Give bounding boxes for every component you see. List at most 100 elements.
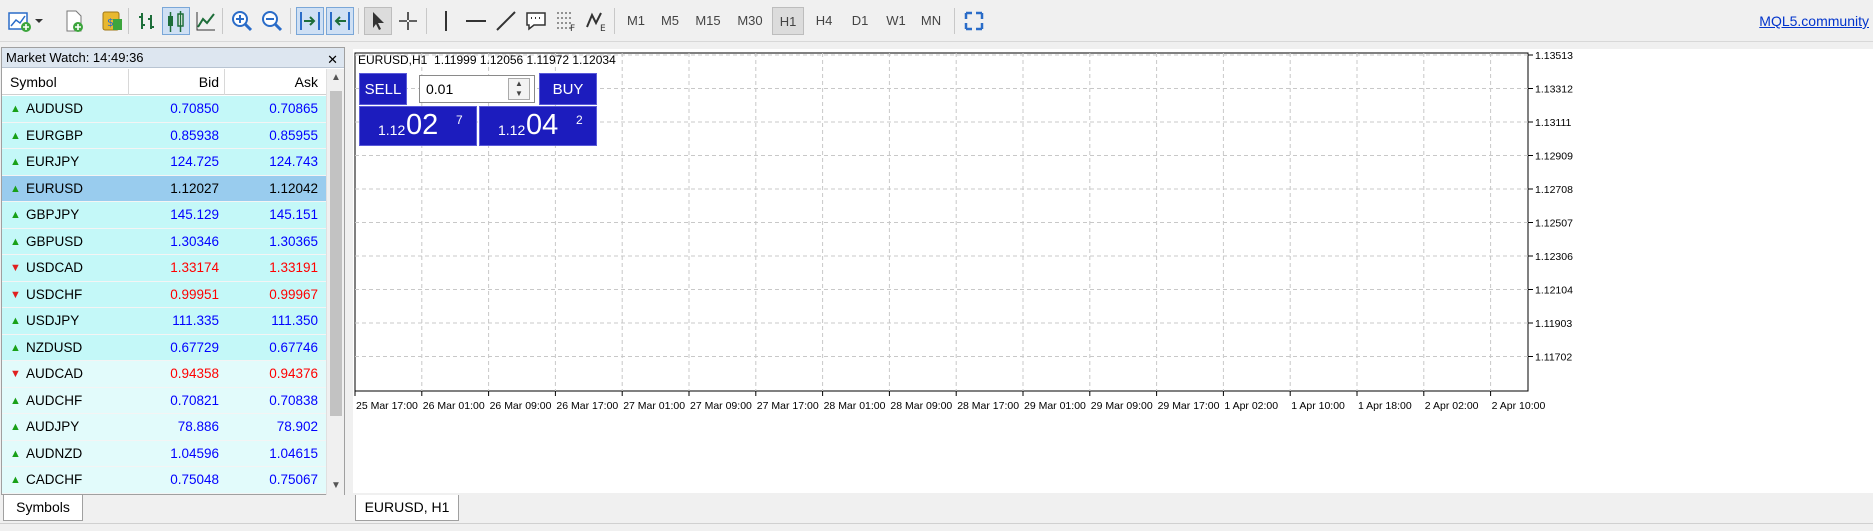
timeframe-m5[interactable]: M5 <box>654 7 686 35</box>
table-row[interactable]: ▲ EURGBP 0.85938 0.85955 <box>2 122 327 149</box>
table-row[interactable]: ▲ AUDUSD 0.70850 0.70865 <box>2 96 327 123</box>
chart-shift-icon[interactable] <box>326 7 354 35</box>
chart-window[interactable]: 1.13513 1.13312 1.13111 1.12909 1.12708 1.125… <box>353 49 1873 493</box>
market-watch-title-text: Market Watch: 14:49:36 <box>6 50 144 65</box>
timeframe-w1[interactable]: W1 <box>880 7 912 35</box>
new-document-icon[interactable] <box>60 7 88 35</box>
arrow-up-icon: ▲ <box>10 341 21 354</box>
price-axis-label: 1.11702 <box>1535 352 1572 364</box>
tab-chart-eurusd-h1[interactable]: EURUSD, H1 <box>355 495 459 521</box>
table-row[interactable]: ▲ NZDUSD 0.67729 0.67746 <box>2 334 327 361</box>
table-row[interactable]: ▲ AUDNZD 1.04596 1.04615 <box>2 440 327 467</box>
bid-cell: 0.99951 <box>170 286 219 302</box>
lot-size-input[interactable]: 0.01 ▲ ▼ <box>419 75 535 103</box>
bid-cell: 0.67729 <box>170 339 219 355</box>
symbol-cell: AUDJPY <box>26 419 80 434</box>
svg-text:$: $ <box>107 16 114 29</box>
table-row[interactable]: ▲ GBPJPY 145.129 145.151 <box>2 202 327 229</box>
symbol-cell: EURGBP <box>26 127 84 143</box>
price-axis-label: 1.12708 <box>1535 184 1573 196</box>
market-icon[interactable]: $ <box>98 7 126 35</box>
scroll-thumb[interactable] <box>330 91 342 416</box>
table-row[interactable]: ▲ CADCHF 0.75048 0.75067 <box>2 467 327 494</box>
price-axis-label: 1.12507 <box>1535 218 1573 230</box>
line-chart-icon[interactable] <box>192 7 220 35</box>
price-axis-label: 1.11903 <box>1535 318 1572 330</box>
time-axis-label: 2 Apr 02:00 <box>1425 400 1479 412</box>
sell-button[interactable]: SELL <box>359 73 407 105</box>
time-axis-label: 29 Mar 01:00 <box>1024 400 1086 412</box>
fullscreen-icon[interactable] <box>960 7 988 35</box>
close-icon[interactable]: ✕ <box>327 50 338 70</box>
symbol-cell: EURUSD <box>26 180 84 196</box>
timeframe-m15[interactable]: M15 <box>688 7 728 35</box>
time-axis-label: 25 Mar 17:00 <box>356 400 418 412</box>
zoom-in-icon[interactable] <box>228 7 256 35</box>
vertical-line-icon[interactable] <box>432 7 460 35</box>
mql5-community-link[interactable]: MQL5.community <box>1759 13 1869 29</box>
scroll-down-icon[interactable]: ▼ <box>327 477 345 495</box>
timeframe-m1[interactable]: M1 <box>620 7 652 35</box>
timeframe-h4[interactable]: H4 <box>808 7 840 35</box>
arrow-up-icon: ▲ <box>10 235 21 248</box>
sell-price-button[interactable]: 1.12 02 7 <box>359 106 477 146</box>
candlestick-chart-icon[interactable] <box>162 7 190 35</box>
table-row[interactable]: ▲ AUDCHF 0.70821 0.70838 <box>2 387 327 414</box>
table-row[interactable]: ▼ USDCHF 0.99951 0.99967 <box>2 281 327 308</box>
table-row[interactable]: ▲ AUDJPY 78.886 78.902 <box>2 414 327 441</box>
symbol-cell: CADCHF <box>26 472 83 487</box>
timeframe-mn[interactable]: MN <box>914 7 948 35</box>
bid-cell: 1.12027 <box>170 180 219 196</box>
table-row[interactable]: ▲ EURJPY 124.725 124.743 <box>2 149 327 176</box>
timeframe-m30[interactable]: M30 <box>730 7 770 35</box>
table-row[interactable]: ▲ GBPUSD 1.30346 1.30365 <box>2 228 327 255</box>
bid-cell: 1.33174 <box>170 260 219 275</box>
bid-cell: 1.04596 <box>170 445 219 461</box>
column-header-ask[interactable]: Ask <box>226 69 318 95</box>
ask-cell: 145.151 <box>269 207 318 222</box>
bid-cell: 0.94358 <box>170 366 219 381</box>
time-axis-label: 26 Mar 17:00 <box>556 400 618 412</box>
symbol-cell: AUDUSD <box>26 101 84 116</box>
symbol-cell: USDJPY <box>26 313 80 328</box>
arrow-up-icon: ▲ <box>10 474 21 486</box>
lot-stepper[interactable]: ▲ ▼ <box>508 78 530 100</box>
cursor-icon[interactable] <box>364 7 392 35</box>
scroll-up-icon[interactable]: ▲ <box>327 69 345 87</box>
sell-price-prefix: 1.12 <box>378 122 406 138</box>
arrow-up-icon: ▲ <box>10 315 21 327</box>
buy-price-pips: 04 <box>526 109 559 141</box>
buy-price-fraction: 2 <box>576 113 583 127</box>
table-row[interactable]: ▲ USDJPY 111.335 111.350 <box>2 308 327 335</box>
market-watch-title: Market Watch: 14:49:36 ✕ <box>2 48 344 68</box>
new-chart-icon[interactable] <box>6 7 34 35</box>
horizontal-line-icon[interactable] <box>462 7 490 35</box>
arrow-up-icon: ▲ <box>10 421 21 433</box>
column-header-bid[interactable]: Bid <box>130 69 219 95</box>
text-label-icon[interactable] <box>522 7 550 35</box>
auto-scroll-icon[interactable] <box>296 7 324 35</box>
crosshair-icon[interactable] <box>394 7 422 35</box>
symbol-cell: USDCHF <box>26 286 83 302</box>
column-header-symbol[interactable]: Symbol <box>10 69 57 95</box>
market-watch-scrollbar[interactable]: ▲ ▼ <box>326 69 344 495</box>
chevron-down-icon[interactable] <box>32 7 46 35</box>
timeframe-d1[interactable]: D1 <box>844 7 876 35</box>
fibonacci-icon[interactable]: F <box>552 7 580 35</box>
bar-chart-icon[interactable] <box>134 7 162 35</box>
bid-cell: 0.85938 <box>170 127 219 143</box>
table-row[interactable]: ▲ EURUSD 1.12027 1.12042 <box>2 175 327 202</box>
lot-size-value: 0.01 <box>426 81 454 97</box>
buy-price-button[interactable]: 1.12 04 2 <box>479 106 597 146</box>
zoom-out-icon[interactable] <box>258 7 286 35</box>
tab-symbols[interactable]: Symbols <box>3 495 83 521</box>
table-row[interactable]: ▼ AUDCAD 0.94358 0.94376 <box>2 361 327 388</box>
bid-cell: 78.886 <box>177 419 219 434</box>
table-row[interactable]: ▼ USDCAD 1.33174 1.33191 <box>2 255 327 282</box>
elliott-wave-icon[interactable]: E <box>582 7 610 35</box>
price-axis-label: 1.12306 <box>1535 251 1573 263</box>
timeframe-h1[interactable]: H1 <box>772 7 804 35</box>
buy-button[interactable]: BUY <box>539 73 597 105</box>
trendline-icon[interactable] <box>492 7 520 35</box>
arrow-up-icon: ▲ <box>10 103 21 115</box>
